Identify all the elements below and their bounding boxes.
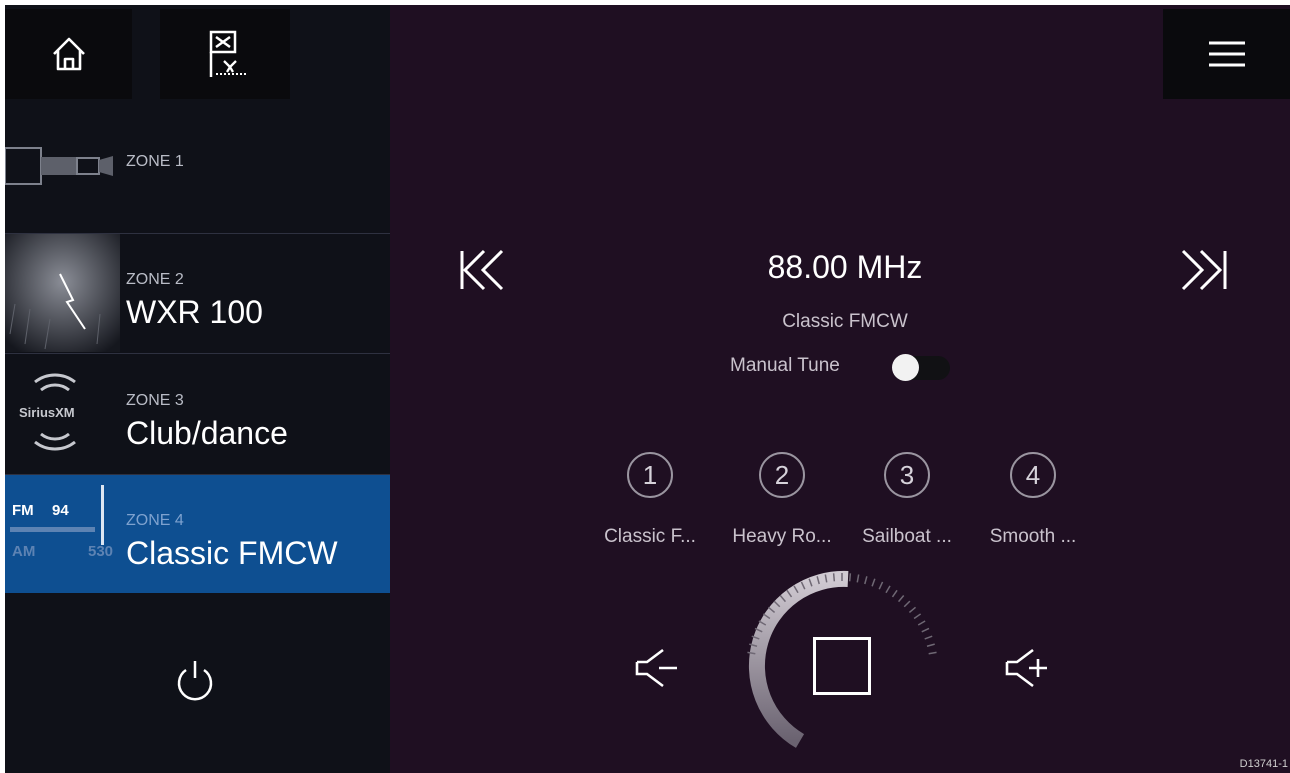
zone-4-source: Classic FMCW — [126, 535, 338, 571]
previous-station-button[interactable] — [450, 245, 510, 295]
preset-3-label: Sailboat ... — [862, 526, 952, 547]
home-button[interactable] — [5, 9, 132, 99]
preset-2-number: 2 — [759, 452, 805, 498]
volume-tick — [921, 627, 930, 633]
hamburger-icon — [1208, 41, 1245, 67]
volume-tick — [908, 606, 917, 614]
volume-tick — [924, 635, 933, 640]
radio-thumb-am: AM — [12, 543, 36, 560]
skip-forward-icon — [1181, 249, 1227, 291]
radio-thumb-scale — [10, 527, 95, 532]
speaker-plus-icon — [1005, 648, 1047, 688]
volume-tick — [897, 594, 905, 603]
radio-thumb-fm-value: 94 — [52, 502, 69, 519]
man-overboard-icon — [209, 30, 246, 77]
weather-thumbnail — [5, 234, 120, 352]
volume-tick — [856, 574, 860, 583]
aux-cable-thumbnail — [5, 100, 120, 218]
preset-3-number: 3 — [884, 452, 930, 498]
power-icon — [177, 661, 213, 701]
next-station-button[interactable] — [1175, 245, 1235, 295]
stop-button[interactable] — [813, 637, 871, 695]
zone-4-item[interactable]: FM 94 AM 530 ZONE 4 Classic FMCW — [5, 475, 390, 593]
radio-thumb-fm: FM — [12, 502, 34, 519]
siriusxm-thumbnail: SiriusXM — [5, 354, 120, 472]
volume-down-button[interactable] — [627, 643, 687, 693]
zone-sidebar: ZONE 1 ZONE 2 WXR 100 SiriusXM ZONE 3 Cl… — [5, 5, 390, 773]
volume-tick — [871, 578, 876, 587]
volume-tick — [864, 576, 868, 585]
siriusxm-logo: SiriusXM — [19, 405, 75, 420]
volume-tick — [926, 643, 935, 647]
preset-1[interactable]: 1 Classic F... — [580, 450, 720, 560]
man-overboard-button[interactable] — [160, 9, 290, 99]
speaker-minus-icon — [635, 648, 677, 688]
preset-2-label: Heavy Ro... — [732, 526, 832, 547]
volume-tick — [917, 620, 926, 626]
zone-1-label: ZONE 1 — [126, 153, 184, 170]
volume-tick — [913, 613, 922, 620]
power-button[interactable] — [165, 650, 225, 710]
menu-button[interactable] — [1163, 9, 1290, 99]
zone-4-label: ZONE 4 — [126, 512, 184, 529]
radio-thumbnail: FM 94 AM 530 — [5, 475, 120, 593]
zone-2-source: WXR 100 — [126, 294, 263, 330]
zone-3-item[interactable]: SiriusXM ZONE 3 Club/dance — [5, 354, 390, 475]
zone-3-label: ZONE 3 — [126, 392, 184, 409]
zone-3-source: Club/dance — [126, 415, 288, 451]
volume-tick — [928, 651, 937, 655]
volume-tick — [878, 581, 884, 590]
station-name: Classic FMCW — [782, 311, 908, 332]
radio-thumb-am-value: 530 — [88, 543, 114, 560]
zone-2-label: ZONE 2 — [126, 271, 184, 288]
preset-1-number: 1 — [627, 452, 673, 498]
preset-4[interactable]: 4 Smooth ... — [963, 450, 1103, 560]
preset-2[interactable]: 2 Heavy Ro... — [712, 450, 852, 560]
preset-3[interactable]: 3 Sailboat ... — [837, 450, 977, 560]
radio-thumb-needle — [101, 485, 104, 545]
volume-tick — [903, 600, 911, 608]
toggle-knob — [892, 354, 919, 381]
home-icon — [52, 37, 85, 71]
volume-tick — [885, 585, 891, 594]
volume-up-button[interactable] — [997, 643, 1057, 693]
frequency-display: 88.00 MHz — [767, 249, 923, 285]
volume-tick — [848, 573, 852, 582]
preset-4-number: 4 — [1010, 452, 1056, 498]
preset-1-label: Classic F... — [604, 526, 696, 547]
volume-tick — [891, 589, 898, 598]
document-id: D13741-1 — [1239, 758, 1288, 770]
zone-1-item[interactable]: ZONE 1 — [5, 100, 390, 234]
zone-2-item[interactable]: ZONE 2 WXR 100 — [5, 234, 390, 354]
audio-app: ZONE 1 ZONE 2 WXR 100 SiriusXM ZONE 3 Cl… — [5, 5, 1290, 773]
manual-tune-toggle[interactable] — [888, 352, 950, 382]
manual-tune-label: Manual Tune — [730, 355, 840, 376]
volume-tick — [832, 573, 836, 582]
preset-4-label: Smooth ... — [989, 526, 1077, 547]
skip-back-icon — [460, 249, 504, 291]
